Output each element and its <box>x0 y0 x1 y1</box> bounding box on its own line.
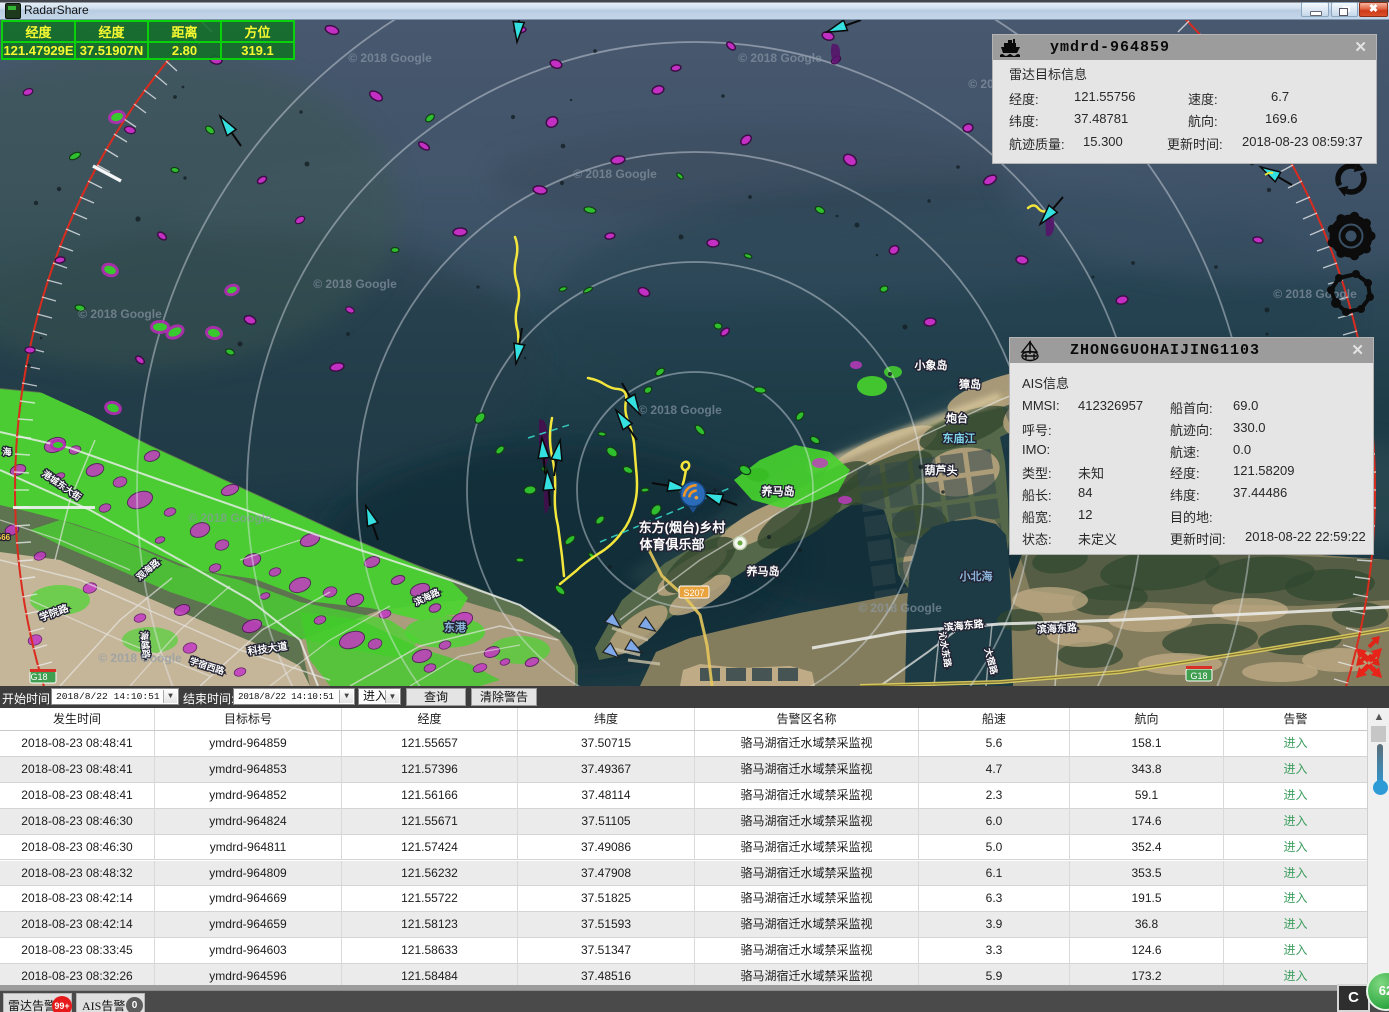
svg-text:© 2018 Google: © 2018 Google <box>1273 287 1357 301</box>
svg-text:东方(烟台)乡村: 东方(烟台)乡村 <box>639 520 726 535</box>
svg-text:© 2018 Google: © 2018 Google <box>858 601 942 615</box>
svg-text:© 2018 Google: © 2018 Google <box>638 403 722 417</box>
svg-text:獐岛: 獐岛 <box>958 377 981 391</box>
svg-text:东港: 东港 <box>444 620 467 634</box>
svg-text:海: 海 <box>2 446 11 457</box>
svg-text:东庙江: 东庙江 <box>943 431 976 445</box>
svg-text:© 2018 Google: © 2018 Google <box>348 51 432 65</box>
svg-text:小北海: 小北海 <box>959 569 993 583</box>
svg-text:葫芦头: 葫芦头 <box>925 463 958 477</box>
svg-text:© 2018 Google: © 2018 Google <box>313 277 397 291</box>
svg-text:G18: G18 <box>30 672 47 682</box>
svg-text:养马岛: 养马岛 <box>761 484 795 498</box>
svg-text:S207: S207 <box>683 588 704 598</box>
svg-text:S66: S66 <box>0 533 11 542</box>
svg-text:© 2018 Google: © 2018 Google <box>98 651 182 665</box>
svg-text:© 2018 Google: © 2018 Google <box>188 511 272 525</box>
svg-text:© 2018 Google: © 2018 Google <box>738 51 822 65</box>
svg-text:© 2018 Google: © 2018 Google <box>78 307 162 321</box>
svg-text:小象岛: 小象岛 <box>914 358 948 372</box>
svg-text:体育俱乐部: 体育俱乐部 <box>639 537 704 552</box>
svg-text:炮台: 炮台 <box>946 411 968 425</box>
svg-text:养马岛: 养马岛 <box>746 564 780 578</box>
svg-text:G18: G18 <box>1190 671 1207 681</box>
svg-text:© 2018 Google: © 2018 Google <box>573 167 657 181</box>
